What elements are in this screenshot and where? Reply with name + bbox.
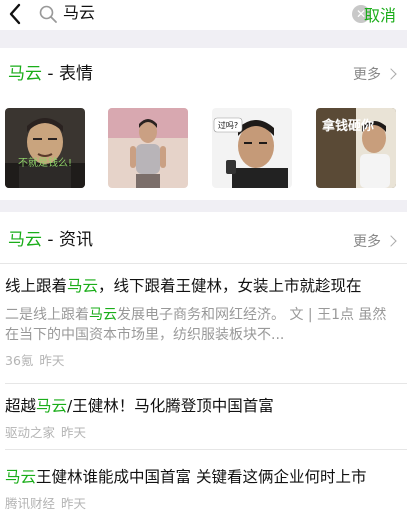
snippet-text: 二是线上跟着 xyxy=(5,307,89,323)
news-item-1[interactable]: 线上跟着马云，线下跟着王健林，女装上市就趁现在 二是线上跟着马云发展电子商务和网… xyxy=(0,264,407,384)
title-text: 线上跟着 xyxy=(5,277,68,295)
section-suffix: - 资讯 xyxy=(42,230,93,250)
title-text: 超越 xyxy=(5,397,37,415)
sticker-row: 不就是钱么! 过吗? 拿钱砸你 xyxy=(0,100,407,190)
cancel-button[interactable]: 取消 xyxy=(364,2,396,26)
news-source: 腾讯财经 xyxy=(5,496,56,511)
news-time: 昨天 xyxy=(61,496,87,511)
more-label: 更多 xyxy=(353,234,381,250)
section-keyword: 马云 xyxy=(8,64,42,84)
stickers-section-header: 马云 - 表情 更多 xyxy=(0,48,407,100)
title-keyword: 马云 xyxy=(5,468,37,486)
search-bar: 马云 ✕ 取消 xyxy=(0,0,407,30)
sticker-thumbnail-4[interactable]: 拿钱砸你 xyxy=(316,108,396,188)
news-item-2[interactable]: 超越马云/王健林！马化腾登顶中国首富 驱动之家 昨天 xyxy=(0,384,407,450)
news-item-3[interactable]: 马云王健林谁能成中国首富 关键看这俩企业何时上市 腾讯财经 昨天 xyxy=(0,450,407,526)
title-text: /王健林！马化腾登顶中国首富 xyxy=(67,397,274,415)
section-title: 马云 - 资讯 xyxy=(8,228,93,252)
section-gap xyxy=(0,30,407,48)
sticker-image xyxy=(108,108,188,188)
news-source: 驱动之家 xyxy=(5,425,56,440)
news-snippet: 二是线上跟着马云发展电子商务和网红经济。 文 | 王1点 虽然在当下的中国资本市… xyxy=(5,305,397,345)
sticker-image: 过吗? xyxy=(212,108,292,188)
search-box[interactable]: 马云 ✕ xyxy=(30,0,370,28)
sticker-thumbnail-2[interactable] xyxy=(108,108,188,188)
more-news-link[interactable]: 更多 xyxy=(353,231,397,251)
news-time: 昨天 xyxy=(61,425,87,440)
section-keyword: 马云 xyxy=(8,230,42,250)
news-source: 36氪 xyxy=(5,353,34,368)
back-button[interactable] xyxy=(2,0,28,28)
back-arrow-icon xyxy=(9,3,21,25)
section-suffix: - 表情 xyxy=(42,64,93,84)
news-title: 线上跟着马云，线下跟着王健林，女装上市就趁现在 xyxy=(5,275,362,297)
section-gap xyxy=(0,200,407,212)
news-time: 昨天 xyxy=(39,353,65,368)
search-input[interactable]: 马云 xyxy=(63,2,95,24)
title-text: 王健林谁能成中国首富 关键看这俩企业何时上市 xyxy=(36,468,367,486)
news-title: 超越马云/王健林！马化腾登顶中国首富 xyxy=(5,395,274,417)
section-title: 马云 - 表情 xyxy=(8,62,93,86)
news-meta: 驱动之家 昨天 xyxy=(5,424,86,442)
sticker-thumbnail-1[interactable]: 不就是钱么! xyxy=(5,108,85,188)
chevron-right-icon xyxy=(385,235,397,247)
sticker-caption-4: 拿钱砸你 xyxy=(321,118,374,134)
sticker-thumbnail-3[interactable]: 过吗? xyxy=(212,108,292,188)
snippet-keyword: 马云 xyxy=(89,307,117,323)
chevron-right-icon xyxy=(385,68,397,80)
news-section-header: 马云 - 资讯 更多 xyxy=(0,214,407,264)
news-meta: 腾讯财经 昨天 xyxy=(5,495,86,513)
sticker-caption-3: 过吗? xyxy=(218,120,238,130)
title-text: ，线下跟着王健林，女装上市就趁现在 xyxy=(98,277,362,295)
news-title: 马云王健林谁能成中国首富 关键看这俩企业何时上市 xyxy=(5,466,366,488)
title-keyword: 马云 xyxy=(36,397,68,415)
more-label: 更多 xyxy=(353,67,381,83)
title-keyword: 马云 xyxy=(67,277,99,295)
sticker-image: 不就是钱么! xyxy=(5,108,85,188)
search-icon xyxy=(39,5,57,23)
sticker-image: 拿钱砸你 xyxy=(316,108,396,188)
more-stickers-link[interactable]: 更多 xyxy=(353,64,397,84)
news-meta: 36氪 昨天 xyxy=(5,352,64,370)
sticker-caption-1: 不就是钱么! xyxy=(18,156,72,169)
